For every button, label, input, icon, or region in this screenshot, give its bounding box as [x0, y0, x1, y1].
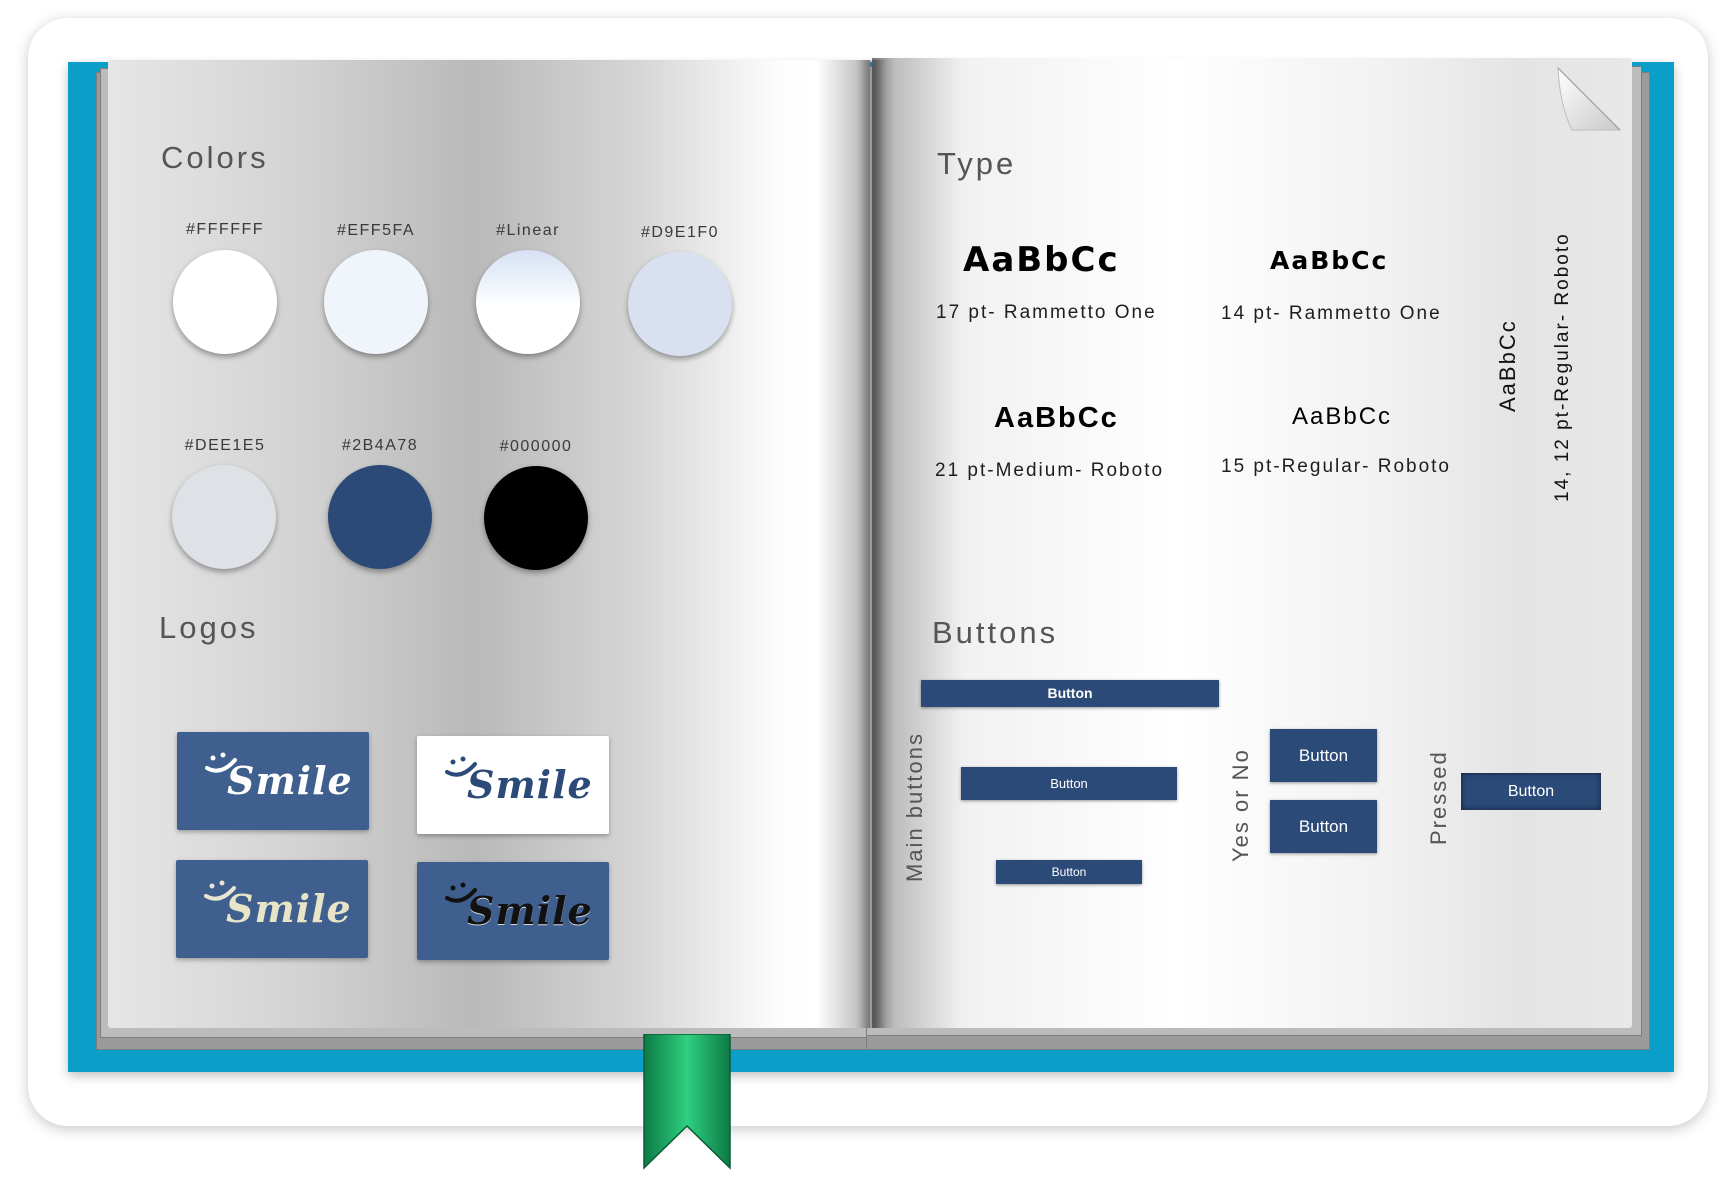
main-buttons-label: Main buttons [902, 732, 927, 882]
type-caption: 15 pt-Regular- Roboto [1221, 456, 1451, 477]
type-sample-14pt: AaBbCc [1270, 246, 1389, 275]
type-sample-21pt: AaBbCc [994, 402, 1119, 434]
main-button-small[interactable]: Button [996, 860, 1142, 884]
type-sample-17pt: AaBbCc [963, 240, 1120, 280]
color-swatch-ffffff [173, 250, 277, 354]
pressed-label: Pressed [1426, 750, 1451, 845]
right-page [872, 58, 1632, 1028]
page-curl-icon [1557, 66, 1622, 131]
type-caption: 21 pt-Medium- Roboto [935, 460, 1165, 481]
color-swatch-d9e1f0 [628, 252, 732, 356]
vertical-type-sample: AaBbCc [1495, 319, 1520, 412]
type-heading: Type [937, 146, 1017, 181]
color-label: #DEE1E5 [184, 437, 266, 454]
color-swatch-eff5fa [324, 250, 428, 354]
color-label: #EFF5FA [336, 222, 416, 239]
logo-gradient-on-blue: Smile [176, 860, 368, 958]
color-label: #D9E1F0 [640, 224, 720, 241]
logo-white-on-blue: Smile [177, 732, 369, 830]
main-button-medium[interactable]: Button [961, 767, 1177, 800]
logo-text: Smile [467, 762, 593, 807]
vertical-type-caption: 14, 12 pt-Regular- Roboto [1552, 232, 1573, 502]
yes-or-no-label: Yes or No [1228, 748, 1253, 862]
color-label: #FFFFFF [185, 221, 265, 238]
color-label: #Linear [496, 222, 560, 239]
pressed-button[interactable]: Button [1461, 773, 1601, 810]
type-caption: 14 pt- Rammetto One [1221, 303, 1442, 324]
logo-text: Smile [467, 888, 593, 933]
color-swatch-dee1e5 [172, 465, 276, 569]
type-sample-15pt: AaBbCc [1292, 403, 1393, 430]
logos-heading: Logos [159, 610, 259, 645]
book-spine [860, 60, 886, 1028]
buttons-heading: Buttons [932, 615, 1059, 650]
type-caption: 17 pt- Rammetto One [936, 302, 1157, 323]
no-button[interactable]: Button [1270, 800, 1377, 853]
logo-blue-on-white: Smile [417, 736, 609, 834]
colors-heading: Colors [161, 140, 269, 175]
bookmark-ribbon-icon [643, 1034, 731, 1170]
color-swatch-linear [476, 250, 580, 354]
main-button-large[interactable]: Button [921, 680, 1219, 707]
color-label: #2B4A78 [341, 437, 419, 454]
color-swatch-2b4a78 [328, 465, 432, 569]
logo-text: Smile [227, 758, 353, 803]
color-label: #000000 [499, 438, 573, 455]
yes-button[interactable]: Button [1270, 729, 1377, 782]
logo-black-gradient-on-blue: Smile [417, 862, 609, 960]
color-swatch-000000 [484, 466, 588, 570]
logo-text: Smile [226, 886, 352, 931]
